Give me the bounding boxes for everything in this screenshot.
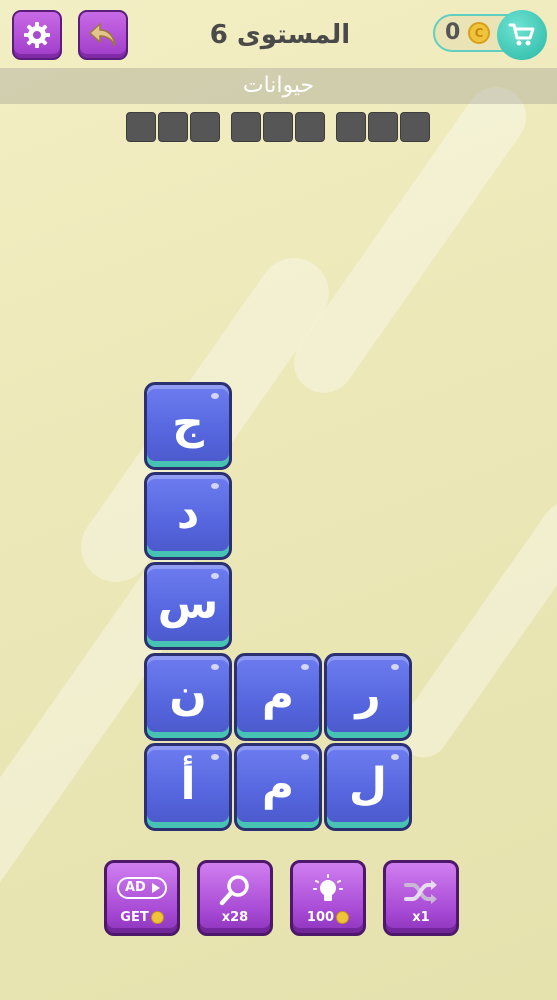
ad-badge: AD bbox=[125, 880, 146, 895]
answer-slot bbox=[368, 112, 398, 142]
letter-tile[interactable]: ل bbox=[324, 743, 412, 831]
letter-tile[interactable]: ن bbox=[144, 653, 232, 741]
letter-tile[interactable]: س bbox=[144, 562, 232, 650]
shuffle-icon bbox=[404, 880, 437, 904]
letter-tile[interactable]: ج bbox=[144, 382, 232, 470]
top-bar: المستوى 6 0 C bbox=[0, 0, 557, 68]
answer-slots bbox=[126, 112, 431, 142]
coin-count: 0 bbox=[445, 20, 461, 45]
answer-slot bbox=[231, 112, 261, 142]
gear-icon bbox=[24, 22, 50, 48]
answer-slot bbox=[190, 112, 220, 142]
letter-tile[interactable]: د bbox=[144, 472, 232, 560]
answer-slot bbox=[126, 112, 156, 142]
reveal-letter-button[interactable]: x28 bbox=[197, 860, 273, 936]
letter-tile[interactable]: ر bbox=[324, 653, 412, 741]
ad-label: GET bbox=[107, 910, 177, 925]
video-ad-icon: AD bbox=[117, 877, 167, 899]
coin-icon bbox=[150, 911, 164, 924]
settings-button[interactable] bbox=[12, 10, 62, 60]
hint-cost: 100 bbox=[293, 910, 363, 925]
shuffle-count: x1 bbox=[412, 910, 430, 925]
coin-icon: C bbox=[468, 22, 490, 44]
answer-slot bbox=[263, 112, 293, 142]
back-button[interactable] bbox=[78, 10, 128, 60]
hint-button[interactable]: 100 bbox=[290, 860, 366, 936]
cart-icon bbox=[508, 23, 535, 46]
watch-ad-button[interactable]: AD GET bbox=[104, 860, 180, 936]
back-arrow-icon bbox=[88, 22, 116, 47]
answer-slot bbox=[400, 112, 430, 142]
reveal-count: x28 bbox=[221, 910, 249, 925]
level-title: المستوى 6 bbox=[209, 20, 351, 50]
letter-tile[interactable]: م bbox=[234, 743, 322, 831]
coin-icon bbox=[336, 911, 350, 924]
lightbulb-icon bbox=[313, 874, 343, 901]
letter-tile[interactable]: أ bbox=[144, 743, 232, 831]
answer-slot bbox=[158, 112, 188, 142]
answer-slot bbox=[295, 112, 325, 142]
answer-slot bbox=[336, 112, 366, 142]
shuffle-button[interactable]: x1 bbox=[383, 860, 459, 936]
background-streak bbox=[388, 492, 557, 768]
letter-tile[interactable]: م bbox=[234, 653, 322, 741]
shop-button[interactable] bbox=[497, 10, 547, 60]
magnifier-icon bbox=[219, 875, 249, 906]
category-label: حيوانات bbox=[0, 68, 557, 104]
